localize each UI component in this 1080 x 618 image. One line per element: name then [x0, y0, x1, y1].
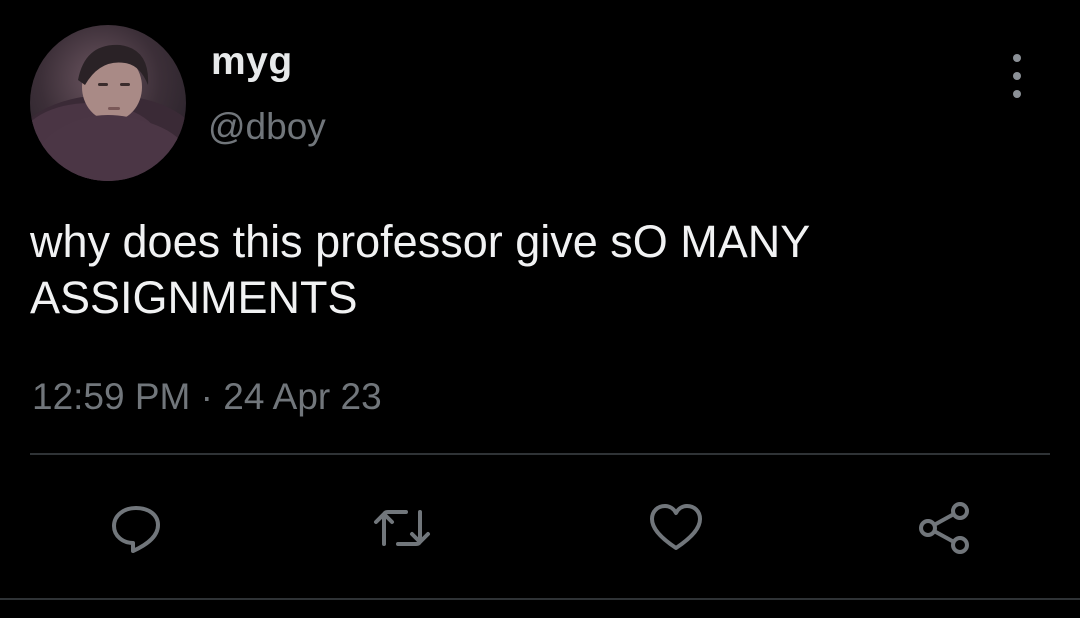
share-icon: [919, 502, 969, 554]
comment-icon: [112, 506, 160, 553]
like-button[interactable]: [644, 496, 708, 560]
avatar-photo: [30, 44, 186, 181]
more-options-button[interactable]: [1000, 54, 1034, 98]
bottom-divider: [0, 598, 1080, 600]
divider: [30, 453, 1050, 455]
heart-icon: [650, 504, 702, 550]
tweet-detail: myg @dboy why does this professor give s…: [0, 0, 1080, 618]
retweet-button[interactable]: [370, 496, 434, 560]
more-vertical-icon-dot-3: [1013, 90, 1021, 98]
reply-button[interactable]: [104, 496, 168, 560]
avatar[interactable]: [30, 25, 186, 181]
more-vertical-icon-dot-2: [1013, 72, 1021, 80]
more-vertical-icon: [1013, 54, 1021, 62]
retweet-icon: [374, 510, 430, 546]
user-handle[interactable]: @dboy: [208, 106, 326, 148]
share-button[interactable]: [912, 496, 976, 560]
tweet-timestamp[interactable]: 12:59 PM · 24 Apr 23: [32, 376, 382, 418]
display-name[interactable]: myg: [211, 40, 293, 84]
tweet-text: why does this professor give sO MANY ASS…: [30, 216, 820, 323]
